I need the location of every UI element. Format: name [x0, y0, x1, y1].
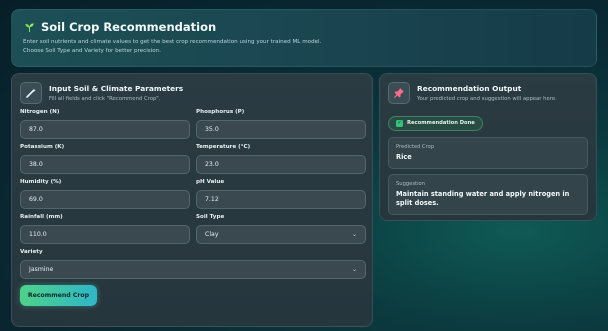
field-ph: pH Value 7.12 — [196, 179, 366, 209]
phosphorus-input[interactable]: 35.0 — [196, 120, 366, 139]
output-panel: Recommendation Output Your predicted cro… — [379, 73, 597, 221]
temperature-label: Temperature (°C) — [196, 144, 251, 150]
predicted-crop-label: Predicted Crop — [396, 143, 435, 150]
ph-value: 7.12 — [205, 196, 219, 203]
sprout-icon — [23, 21, 35, 33]
check-icon: ✓ — [396, 119, 403, 127]
suggestion-value: Maintain standing water and apply nitrog… — [396, 189, 570, 207]
predicted-crop-card: Predicted Crop Rice — [388, 136, 588, 169]
chevron-down-icon: ⌄ — [351, 231, 357, 238]
variety-label: Variety — [20, 249, 43, 255]
field-soil-type: Soil Type Clay ⌄ — [196, 214, 366, 244]
soil-type-value: Clay — [205, 231, 219, 238]
ph-label: pH Value — [196, 179, 225, 185]
field-potassium: Potassium (K) 38.0 — [20, 144, 190, 174]
field-phosphorus: Phosphorus (P) 35.0 — [196, 109, 366, 139]
input-panel: Input Soil & Climate Parameters Fill all… — [11, 73, 373, 327]
temperature-input[interactable]: 23.0 — [196, 155, 366, 174]
header-description: Enter soil nutrients and climate values … — [23, 38, 585, 56]
variety-select[interactable]: Jasmine ⌄ — [20, 260, 366, 279]
header-description-line1: Enter soil nutrients and climate values … — [23, 39, 322, 45]
status-badge-label: Recommendation Done — [407, 120, 475, 126]
humidity-value: 69.0 — [29, 196, 43, 203]
recommend-crop-button[interactable]: Recommend Crop — [20, 285, 97, 306]
nitrogen-input[interactable]: 87.0 — [20, 120, 190, 139]
humidity-label: Humidity (%) — [20, 179, 62, 185]
potassium-input[interactable]: 38.0 — [20, 155, 190, 174]
field-temperature: Temperature (°C) 23.0 — [196, 144, 366, 174]
nitrogen-label: Nitrogen (N) — [20, 109, 60, 115]
ph-input[interactable]: 7.12 — [196, 190, 366, 209]
field-rainfall: Rainfall (mm) 110.0 — [20, 214, 190, 244]
pin-icon — [388, 82, 410, 104]
variety-value: Jasmine — [29, 266, 54, 273]
suggestion-label: Suggestion — [396, 180, 425, 187]
input-panel-title: Input Soil & Climate Parameters — [49, 84, 184, 93]
app-header: Soil Crop Recommendation Enter soil nutr… — [11, 9, 597, 67]
page-title: Soil Crop Recommendation — [41, 20, 217, 34]
soil-type-label: Soil Type — [196, 214, 225, 220]
chevron-down-icon: ⌄ — [351, 266, 357, 273]
output-panel-title: Recommendation Output — [417, 84, 522, 93]
soil-type-select[interactable]: Clay ⌄ — [196, 225, 366, 244]
status-badge: ✓ Recommendation Done — [388, 115, 483, 131]
input-grid: Nitrogen (N) 87.0 Phosphorus (P) 35.0 Po… — [20, 109, 366, 249]
humidity-input[interactable]: 69.0 — [20, 190, 190, 209]
output-panel-subtitle: Your predicted crop and suggestion will … — [417, 96, 557, 102]
field-humidity: Humidity (%) 69.0 — [20, 179, 190, 209]
rainfall-label: Rainfall (mm) — [20, 214, 63, 220]
input-panel-header: Input Soil & Climate Parameters Fill all… — [20, 82, 364, 104]
rainfall-value: 110.0 — [29, 231, 47, 238]
field-nitrogen: Nitrogen (N) 87.0 — [20, 109, 190, 139]
potassium-label: Potassium (K) — [20, 144, 65, 150]
predicted-crop-value: Rice — [396, 152, 412, 161]
input-panel-subtitle: Fill all fields and click "Recommend Cro… — [49, 96, 161, 102]
output-panel-header: Recommendation Output Your predicted cro… — [388, 82, 588, 104]
wand-icon — [20, 82, 42, 104]
temperature-value: 23.0 — [205, 161, 219, 168]
potassium-value: 38.0 — [29, 161, 43, 168]
phosphorus-value: 35.0 — [205, 126, 219, 133]
rainfall-input[interactable]: 110.0 — [20, 225, 190, 244]
nitrogen-value: 87.0 — [29, 126, 43, 133]
field-variety: Variety Jasmine ⌄ — [20, 249, 366, 279]
header-description-line2: Choose Soil Type and Variety for better … — [23, 48, 161, 54]
phosphorus-label: Phosphorus (P) — [196, 109, 245, 115]
suggestion-card: Suggestion Maintain standing water and a… — [388, 173, 588, 215]
